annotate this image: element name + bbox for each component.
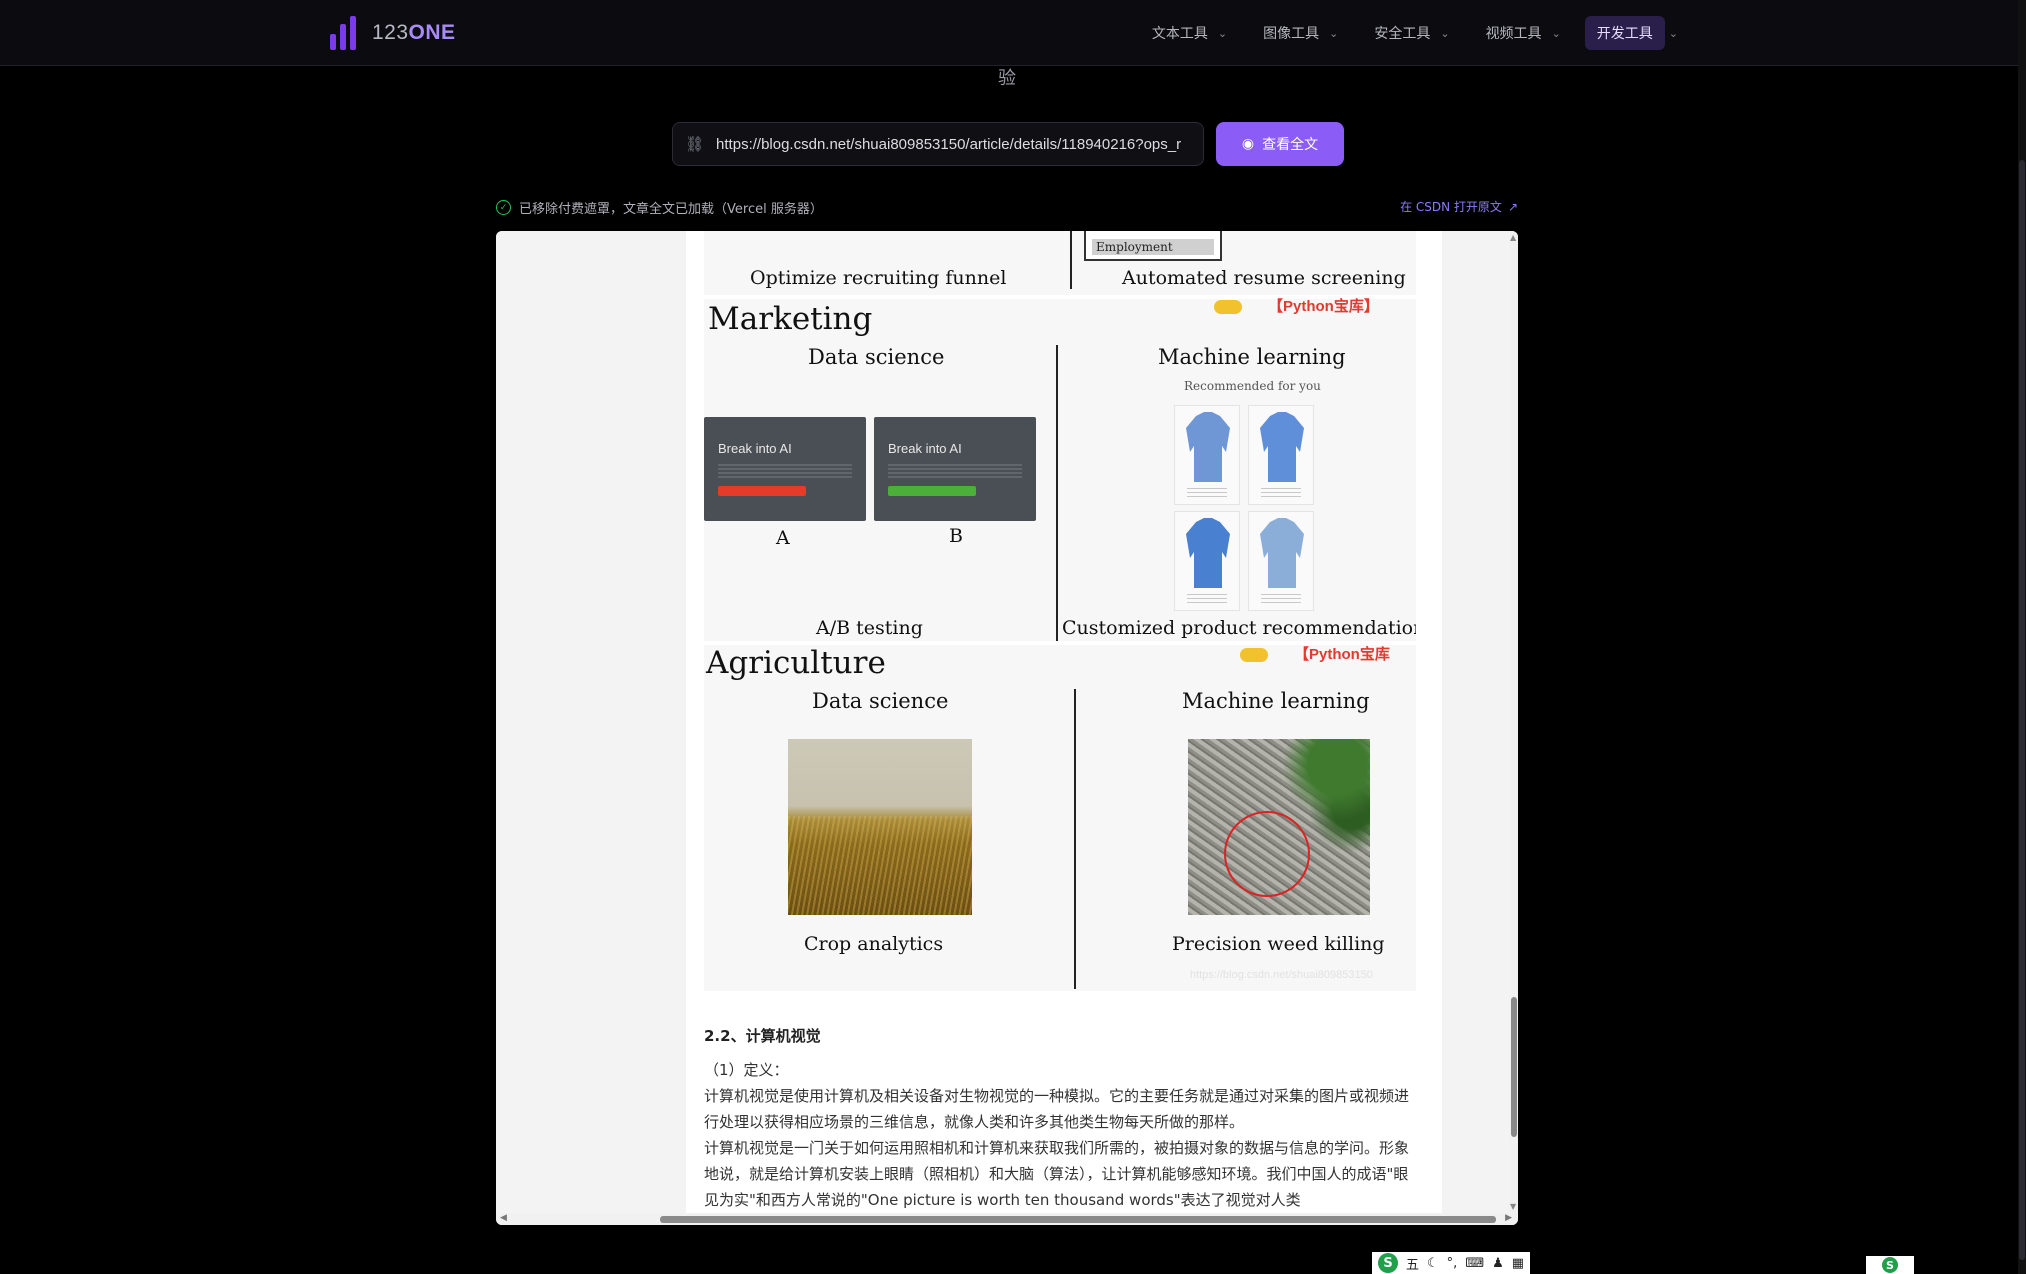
keyboard-icon[interactable]: ⌨ [1465, 1256, 1484, 1271]
moon-icon[interactable]: ☾ [1427, 1256, 1439, 1271]
ime-tray[interactable]: S [1866, 1256, 1914, 1274]
nav-video-tools[interactable]: 视频工具 ⌄ [1474, 16, 1573, 50]
label-b: B [949, 525, 963, 547]
article-column: Employment Optimize recruiting funnel Au… [686, 231, 1442, 1213]
caption-ab-testing: A/B testing [816, 617, 923, 639]
agriculture-left-subtitle: Data science [812, 689, 949, 713]
bar-chart-logo-icon [330, 16, 356, 50]
chevron-down-icon: ⌄ [1217, 26, 1228, 40]
partial-heading-char: 验 [998, 68, 1016, 89]
caption-crop-analytics: Crop analytics [804, 933, 944, 955]
image-source-watermark: https://blog.csdn.net/shuai809853150 [1190, 969, 1373, 981]
page: 123ONE 文本工具 ⌄ 图像工具 ⌄ 安全工具 ⌄ 视频工具 ⌄ 开发工具 ⌄ 验 … [0, 0, 2026, 1274]
shirt-item [1248, 511, 1314, 611]
main-nav: 文本工具 ⌄ 图像工具 ⌄ 安全工具 ⌄ 视频工具 ⌄ 开发工具 ⌄ [1140, 16, 1678, 50]
figure-hr-fragment: Employment Optimize recruiting funnel Au… [704, 231, 1416, 295]
recommended-label: Recommended for you [1184, 379, 1321, 393]
watermark: 【Python宝库 [1240, 643, 1390, 664]
scroll-up-icon[interactable]: ▲ [1510, 233, 1516, 242]
url-input[interactable]: https://blog.csdn.net/shuai809853150/art… [716, 136, 1181, 153]
marketing-title: Marketing [708, 301, 873, 337]
sogou-logo-icon[interactable]: S [1882, 1257, 1898, 1273]
weed-image [1188, 739, 1370, 915]
horizontal-scrollbar[interactable]: ◀ ▶ [496, 1213, 1518, 1225]
top-nav-bar: 123ONE 文本工具 ⌄ 图像工具 ⌄ 安全工具 ⌄ 视频工具 ⌄ 开发工具 ⌄ [0, 0, 2018, 66]
punctuation-icon[interactable]: °, [1447, 1256, 1458, 1271]
ime-toolbar[interactable]: S 五 ☾ °, ⌨ ♟ ▦ [1372, 1252, 1531, 1274]
nav-dev-tools[interactable]: 开发工具 [1584, 16, 1665, 50]
ab-card-b: Break into AI [874, 417, 1036, 521]
shirt-icon [1186, 518, 1230, 588]
caption-recruiting: Optimize recruiting funnel [750, 267, 1007, 289]
article-viewer[interactable]: Employment Optimize recruiting funnel Au… [496, 231, 1518, 1225]
scrollbar-thumb[interactable] [2019, 160, 2025, 1260]
status-message: ✓ 已移除付费遮罩，文章全文已加载（Vercel 服务器） [496, 198, 823, 217]
article-content: Employment Optimize recruiting funnel Au… [496, 231, 1510, 1213]
chevron-down-icon: ⌄ [1551, 26, 1561, 40]
external-link-icon: ↗ [1507, 199, 1518, 214]
ab-card-a: Break into AI [704, 417, 866, 521]
scrollbar-thumb[interactable] [660, 1216, 1496, 1223]
logo[interactable]: 123ONE [330, 16, 456, 50]
check-circle-icon: ✓ [496, 200, 511, 215]
wheat-field-image [788, 739, 972, 915]
caption-resume: Automated resume screening [1122, 267, 1406, 289]
highlight-circle [1224, 811, 1310, 897]
user-icon[interactable]: ♟ [1492, 1256, 1504, 1271]
paragraph: 计算机视觉是使用计算机及相关设备对生物视觉的一种模拟。它的主要任务就是通过对采集… [704, 1087, 1410, 1131]
shirt-item [1248, 405, 1314, 505]
scrollbar-thumb[interactable] [1511, 997, 1517, 1137]
python-logo-icon [1240, 648, 1268, 663]
shirt-item [1174, 511, 1240, 611]
figure-marketing: Marketing 【Python宝库】 Data science Machin… [704, 298, 1416, 641]
vertical-scrollbar[interactable]: ▲ ▼ [1510, 231, 1518, 1213]
python-logo-icon [1214, 300, 1242, 315]
marketing-right-subtitle: Machine learning [1158, 345, 1346, 369]
scroll-down-icon[interactable]: ▼ [1510, 1202, 1516, 1211]
nav-text-tools[interactable]: 文本工具 ⌄ [1140, 16, 1239, 50]
paragraph-definition-label: （1）定义： [704, 1061, 789, 1079]
chevron-down-icon: ⌄ [1440, 26, 1450, 40]
shirt-icon [1186, 412, 1230, 482]
caption-weed-killing: Precision weed killing [1172, 933, 1385, 955]
section-heading: 2.2、计算机视觉 [704, 1027, 821, 1045]
url-input-wrapper[interactable]: ⛓ https://blog.csdn.net/shuai809853150/a… [672, 122, 1204, 166]
marketing-left-subtitle: Data science [808, 345, 945, 369]
chevron-down-icon[interactable]: ⌄ [1669, 27, 1678, 40]
ime-mode[interactable]: 五 [1406, 1254, 1419, 1273]
nav-security-tools[interactable]: 安全工具 ⌄ [1362, 16, 1461, 50]
watermark: 【Python宝库】 [1214, 295, 1379, 316]
chevron-down-icon: ⌄ [1329, 26, 1339, 40]
scroll-left-icon[interactable]: ◀ [500, 1213, 507, 1223]
scroll-right-icon[interactable]: ▶ [1505, 1213, 1512, 1223]
page-scrollbar[interactable] [2018, 0, 2026, 1274]
logo-text: 123ONE [372, 21, 456, 44]
sogou-logo-icon[interactable]: S [1378, 1253, 1398, 1273]
grid-icon[interactable]: ▦ [1512, 1256, 1524, 1271]
shirt-item [1174, 405, 1240, 505]
employment-box: Employment [1084, 231, 1222, 261]
view-full-article-button[interactable]: ◉ 查看全文 [1216, 122, 1344, 166]
eye-icon: ◉ [1241, 136, 1255, 152]
shirt-icon [1260, 518, 1304, 588]
label-a: A [776, 527, 790, 549]
paragraph: 计算机视觉是一门关于如何运用照相机和计算机来获取我们所需的，被拍摄对象的数据与信… [704, 1139, 1410, 1209]
agriculture-title: Agriculture [706, 645, 886, 681]
caption-product-rec: Customized product recommendation [1062, 617, 1416, 639]
nav-image-tools[interactable]: 图像工具 ⌄ [1251, 16, 1350, 50]
figure-agriculture: Agriculture 【Python宝库 Data science Machi… [704, 645, 1416, 991]
agriculture-right-subtitle: Machine learning [1182, 689, 1370, 713]
open-original-link[interactable]: 在 CSDN 打开原文 ↗ [1400, 198, 1518, 215]
link-icon: ⛓ [685, 135, 705, 153]
shirt-icon [1260, 412, 1304, 482]
